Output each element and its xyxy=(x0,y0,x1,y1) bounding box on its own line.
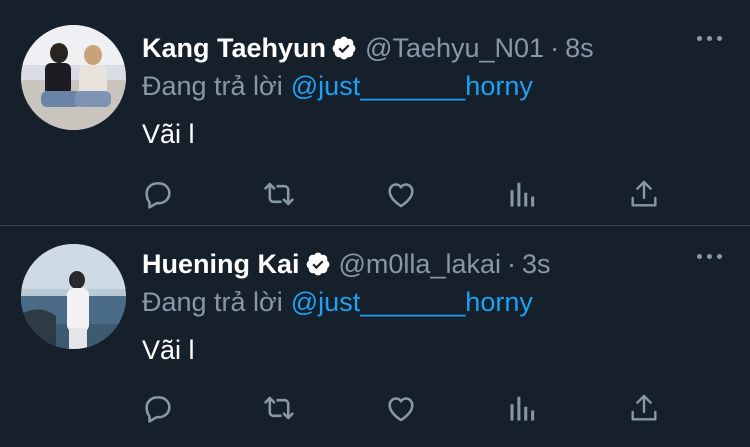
reply-context: Đang trả lời @just_______horny xyxy=(142,68,533,104)
display-name[interactable]: Huening Kai xyxy=(142,246,300,282)
action-bar xyxy=(0,388,750,428)
reply-mention[interactable]: @just_______horny xyxy=(291,71,533,101)
reply-icon[interactable] xyxy=(138,388,178,428)
handle[interactable]: @Taehyu_N01 xyxy=(365,30,544,66)
share-icon[interactable] xyxy=(624,174,664,214)
action-bar xyxy=(0,174,750,214)
like-icon[interactable] xyxy=(381,388,421,428)
reply-label: Đang trả lời xyxy=(142,71,283,101)
tweet[interactable]: Huening Kai @m0lla_lakai · 3s Đang trả l… xyxy=(0,226,750,447)
tweet-text: Vãi l xyxy=(142,119,195,149)
reply-mention[interactable]: @just_______horny xyxy=(291,287,533,317)
tweet-header: Kang Taehyun @Taehyu_N01 · 8s xyxy=(142,30,594,66)
more-icon[interactable] xyxy=(697,36,722,41)
timestamp[interactable]: 8s xyxy=(565,30,594,66)
tweet-header: Huening Kai @m0lla_lakai · 3s xyxy=(142,246,551,282)
timestamp[interactable]: 3s xyxy=(522,246,551,282)
avatar[interactable] xyxy=(21,244,126,349)
tweet-text: Vãi l xyxy=(142,335,195,365)
stats-icon[interactable] xyxy=(503,174,543,214)
more-icon[interactable] xyxy=(697,254,722,259)
separator: · xyxy=(550,33,560,63)
separator: · xyxy=(507,249,516,279)
verified-badge-icon xyxy=(331,35,357,61)
tweet[interactable]: Kang Taehyun @Taehyu_N01 · 8s Đang trả l… xyxy=(0,0,750,226)
retweet-icon[interactable] xyxy=(259,388,299,428)
stats-icon[interactable] xyxy=(503,388,543,428)
retweet-icon[interactable] xyxy=(259,174,299,214)
reply-context: Đang trả lời @just_______horny xyxy=(142,284,533,320)
handle[interactable]: @m0lla_lakai xyxy=(339,246,501,282)
avatar[interactable] xyxy=(21,25,126,130)
share-icon[interactable] xyxy=(624,388,664,428)
like-icon[interactable] xyxy=(381,174,421,214)
reply-icon[interactable] xyxy=(138,174,178,214)
verified-badge-icon xyxy=(305,251,331,277)
display-name[interactable]: Kang Taehyun xyxy=(142,30,326,66)
reply-label: Đang trả lời xyxy=(142,287,283,317)
